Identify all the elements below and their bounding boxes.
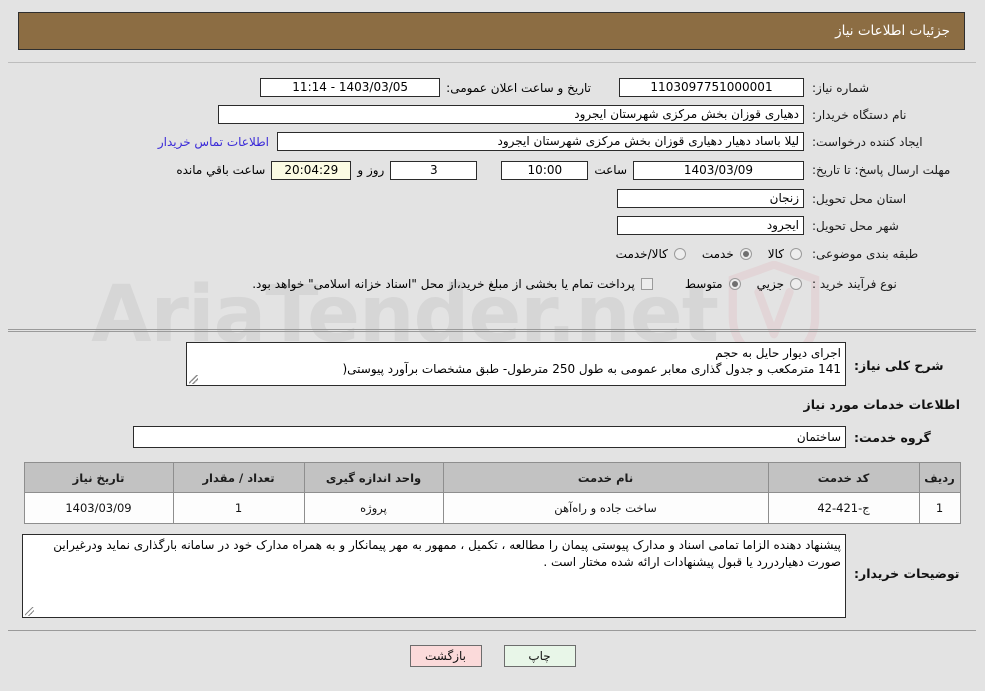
buyer-notes-label: توضیحات خریدار: xyxy=(854,566,960,581)
col-name: نام خدمت xyxy=(442,462,769,493)
deadline-label: مهلت ارسال پاسخ: تا تاریخ: xyxy=(812,163,951,177)
process-label: نوع فرآیند خرید : xyxy=(812,277,897,291)
row-creator: ایجاد کننده درخواست: لیلا باساد دهیار ده… xyxy=(8,128,976,155)
cell-unit: پروژه xyxy=(303,492,444,524)
city-value: ایجرود xyxy=(617,216,804,235)
province-label: استان محل تحویل: xyxy=(812,191,907,206)
print-button[interactable]: چاپ xyxy=(503,645,576,667)
radio-category-kala-khedmat[interactable] xyxy=(673,248,686,260)
col-date: تاریخ نیاز xyxy=(23,462,174,493)
table-row: 1 ج-421-42 ساخت جاده و راه‌آهن پروژه 1 1… xyxy=(23,492,961,524)
need-number-label: شماره نیاز: xyxy=(812,80,869,95)
page-header: جزئیات اطلاعات نیاز xyxy=(18,12,965,50)
row-category: طبقه بندی موضوعی: کالا خدمت کالا/خدمت xyxy=(8,239,976,269)
buyer-org-value: دهیاری قوزان بخش مرکزی شهرستان ایجرود xyxy=(218,105,804,124)
radio-category-kala[interactable] xyxy=(790,248,802,260)
row-city: شهر محل تحویل: ایجرود xyxy=(8,212,976,239)
need-number-value: 1103097751000001 xyxy=(619,78,804,97)
category-label: طبقه بندی موضوعی: xyxy=(812,247,919,261)
summary-textarea[interactable]: اجرای دیوار حایل به حجم 141 مترمکعب و جد… xyxy=(186,342,846,386)
back-button[interactable]: بازگشت xyxy=(409,645,482,667)
service-group-value: ساختمان xyxy=(133,426,846,448)
deadline-time-label: ساعت xyxy=(594,163,627,177)
row-purchase-process: نوع فرآیند خرید : جزیي متوسط پرداخت تمام… xyxy=(8,269,976,299)
radio-category-khedmat-label: خدمت xyxy=(701,247,734,261)
row-need-number: شماره نیاز: 1103097751000001 تاریخ و ساع… xyxy=(8,74,976,101)
row-province: استان محل تحویل: زنجان xyxy=(8,185,976,212)
deadline-date-value: 1403/03/09 xyxy=(633,160,804,180)
row-summary: شرح کلی نیاز: اجرای دیوار حایل به حجم 14… xyxy=(8,342,976,386)
cell-radif: 1 xyxy=(918,492,961,524)
remaining-days-value: 3 xyxy=(390,160,478,180)
radio-process-jozei-label: جزیي xyxy=(756,277,784,291)
services-table: ردیف کد خدمت نام خدمت واحد اندازه گیری ت… xyxy=(23,462,961,524)
radio-category-khedmat[interactable] xyxy=(739,248,752,260)
row-buyer-notes: توضیحات خریدار: پیشنهاد دهنده الزاما تما… xyxy=(8,534,976,618)
remaining-days-label: روز و xyxy=(357,163,385,177)
radio-category-kala-label: کالا xyxy=(767,247,784,261)
deadline-time-value: 10:00 xyxy=(501,160,589,180)
row-deadline: مهلت ارسال پاسخ: تا تاریخ: 1403/03/09 سا… xyxy=(8,155,976,185)
row-buyer-org: نام دستگاه خریدار: دهیاری قوزان بخش مرکز… xyxy=(8,101,976,128)
col-code: کد خدمت xyxy=(767,462,920,493)
buyer-notes-textarea[interactable]: پیشنهاد دهنده الزاما تمامی اسناد و مدارک… xyxy=(22,534,846,618)
cell-date: 1403/03/09 xyxy=(23,492,174,524)
radio-process-motevaset-label: متوسط xyxy=(684,277,723,291)
creator-value: لیلا باساد دهیار دهیاری قوزان بخش مرکزی … xyxy=(277,132,804,151)
row-items-table: ردیف کد خدمت نام خدمت واحد اندازه گیری ت… xyxy=(8,462,976,524)
province-value: زنجان xyxy=(617,189,804,208)
need-details-panel: شرح کلی نیاز: اجرای دیوار حایل به حجم 14… xyxy=(8,331,976,631)
col-unit: واحد اندازه گیری xyxy=(303,462,444,493)
remaining-clock-value: 20:04:29 xyxy=(271,160,352,180)
col-radif: ردیف xyxy=(918,462,961,493)
cell-name: ساخت جاده و راه‌آهن xyxy=(442,492,769,524)
services-section-title: اطلاعات خدمات مورد نیاز xyxy=(803,396,961,412)
buyer-contact-link[interactable]: اطلاعات تماس خریدار xyxy=(150,135,277,149)
cell-code: ج-421-42 xyxy=(767,492,920,524)
row-service-group: گروه خدمت: ساختمان xyxy=(8,422,976,452)
city-label: شهر محل تحویل: xyxy=(812,218,899,233)
radio-category-kala-khedmat-label: کالا/خدمت xyxy=(615,247,668,261)
cell-qty: 1 xyxy=(172,492,305,524)
radio-process-jozei[interactable] xyxy=(790,278,802,290)
treasury-bonds-checkbox[interactable] xyxy=(640,278,653,290)
creator-label: ایجاد کننده درخواست: xyxy=(812,134,923,149)
announce-datetime-label: تاریخ و ساعت اعلان عمومی: xyxy=(446,80,591,95)
summary-label: شرح کلی نیاز: xyxy=(854,358,944,373)
page-title: جزئیات اطلاعات نیاز xyxy=(835,23,950,39)
treasury-bonds-label: پرداخت تمام یا بخشی از مبلغ خرید،از محل … xyxy=(252,277,635,291)
row-services-title: اطلاعات خدمات مورد نیاز xyxy=(8,386,976,422)
col-qty: تعداد / مقدار xyxy=(172,462,305,493)
service-group-label: گروه خدمت: xyxy=(854,429,931,445)
remaining-clock-label: ساعت باقي مانده xyxy=(176,163,266,177)
buyer-org-label: نام دستگاه خریدار: xyxy=(812,107,907,122)
table-header-row: ردیف کد خدمت نام خدمت واحد اندازه گیری ت… xyxy=(23,462,961,493)
radio-process-motevaset[interactable] xyxy=(728,278,741,290)
need-summary-panel: شماره نیاز: 1103097751000001 تاریخ و ساع… xyxy=(8,62,976,330)
action-buttons: چاپ بازگشت xyxy=(0,645,985,667)
announce-datetime-value: 1403/03/05 - 11:14 xyxy=(260,78,441,97)
